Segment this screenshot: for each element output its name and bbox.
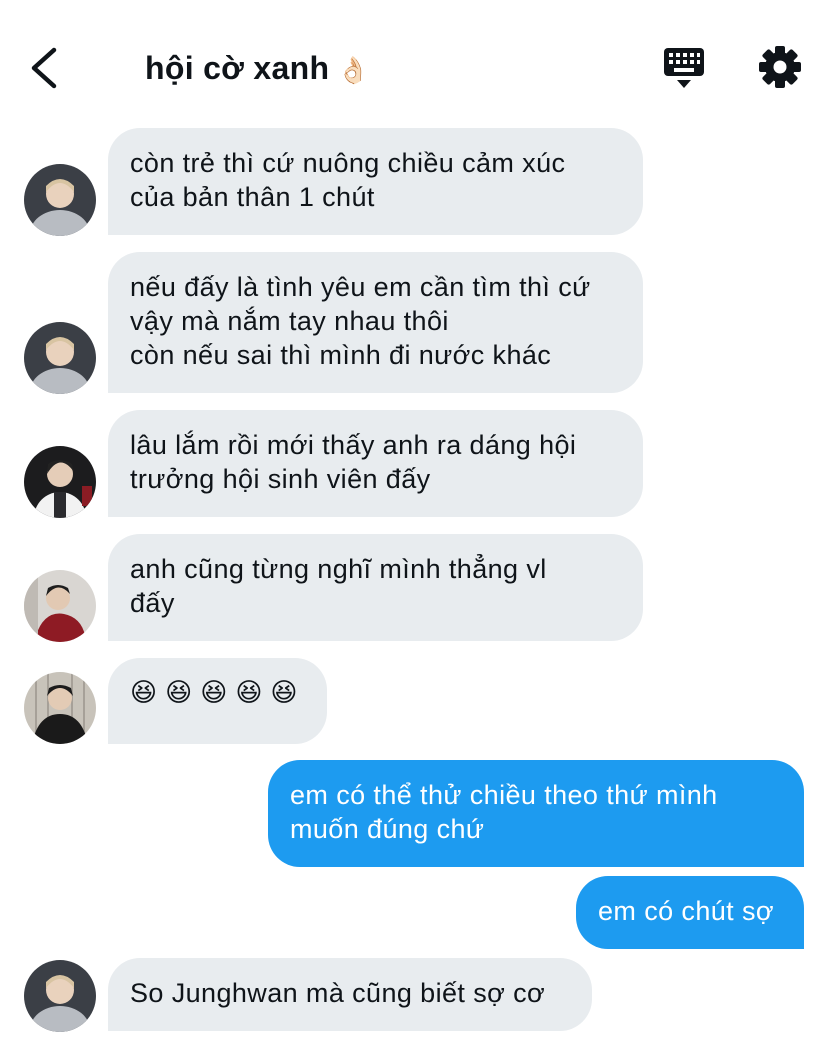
dm-conversation-screen: hội cờ xanh 👌🏻 còn trẻ thì cứ nuông chiề… <box>0 0 828 1045</box>
outgoing-message-bubble[interactable]: em có chút sợ <box>576 876 804 949</box>
incoming-message-bubble[interactable]: còn trẻ thì cứ nuông chiều cảm xúc của b… <box>108 128 643 235</box>
message-text: của bản thân 1 chút <box>130 182 375 212</box>
chevron-left-icon <box>31 47 57 89</box>
avatar[interactable] <box>24 322 96 394</box>
incoming-message-bubble[interactable]: So Junghwan mà cũng biết sợ cơ <box>108 958 592 1031</box>
back-button[interactable] <box>26 46 66 90</box>
avatar[interactable] <box>24 446 96 518</box>
message-text: còn nếu sai thì mình đi nước khác <box>130 340 552 370</box>
conversation-title[interactable]: hội cờ xanh 👌🏻 <box>145 50 370 87</box>
message-text: muốn đúng chứ <box>290 814 485 844</box>
message-text: So Junghwan mà cũng biết sợ cơ <box>130 978 546 1008</box>
gear-icon <box>759 46 801 88</box>
message-text: vậy mà nắm tay nhau thôi <box>130 306 449 336</box>
message-text: trưởng hội sinh viên đấy <box>130 464 431 494</box>
avatar[interactable] <box>24 570 96 642</box>
message-text: đấy <box>130 588 175 618</box>
incoming-message-bubble[interactable]: anh cũng từng nghĩ mình thẳng vl đấy <box>108 534 643 641</box>
ok-hand-emoji: 👌🏻 <box>337 56 370 86</box>
laughing-emoji-row: 😆😆😆😆😆 <box>130 678 306 708</box>
conversation-title-text: hội cờ xanh <box>145 50 330 86</box>
message-text: em có chút sợ <box>598 896 774 926</box>
avatar[interactable] <box>24 672 96 744</box>
message-text: nếu đấy là tình yêu em cần tìm thì cứ <box>130 272 591 302</box>
conversation-header: hội cờ xanh 👌🏻 <box>0 0 828 125</box>
message-text: lâu lắm rồi mới thấy anh ra dáng hội <box>130 430 577 460</box>
keyboard-icon <box>664 48 704 88</box>
incoming-message-bubble[interactable]: lâu lắm rồi mới thấy anh ra dáng hội trư… <box>108 410 643 517</box>
outgoing-message-bubble[interactable]: em có thể thử chiều theo thứ mình muốn đ… <box>268 760 804 867</box>
message-text: còn trẻ thì cứ nuông chiều cảm xúc <box>130 148 566 178</box>
message-text: anh cũng từng nghĩ mình thẳng vl <box>130 554 547 584</box>
incoming-message-bubble[interactable]: nếu đấy là tình yêu em cần tìm thì cứ vậ… <box>108 252 643 393</box>
keyboard-button[interactable] <box>660 44 708 90</box>
avatar[interactable] <box>24 164 96 236</box>
incoming-message-bubble[interactable]: 😆😆😆😆😆 <box>108 658 327 744</box>
avatar[interactable] <box>24 960 96 1032</box>
settings-button[interactable] <box>757 44 803 90</box>
message-text: em có thể thử chiều theo thứ mình <box>290 780 718 810</box>
